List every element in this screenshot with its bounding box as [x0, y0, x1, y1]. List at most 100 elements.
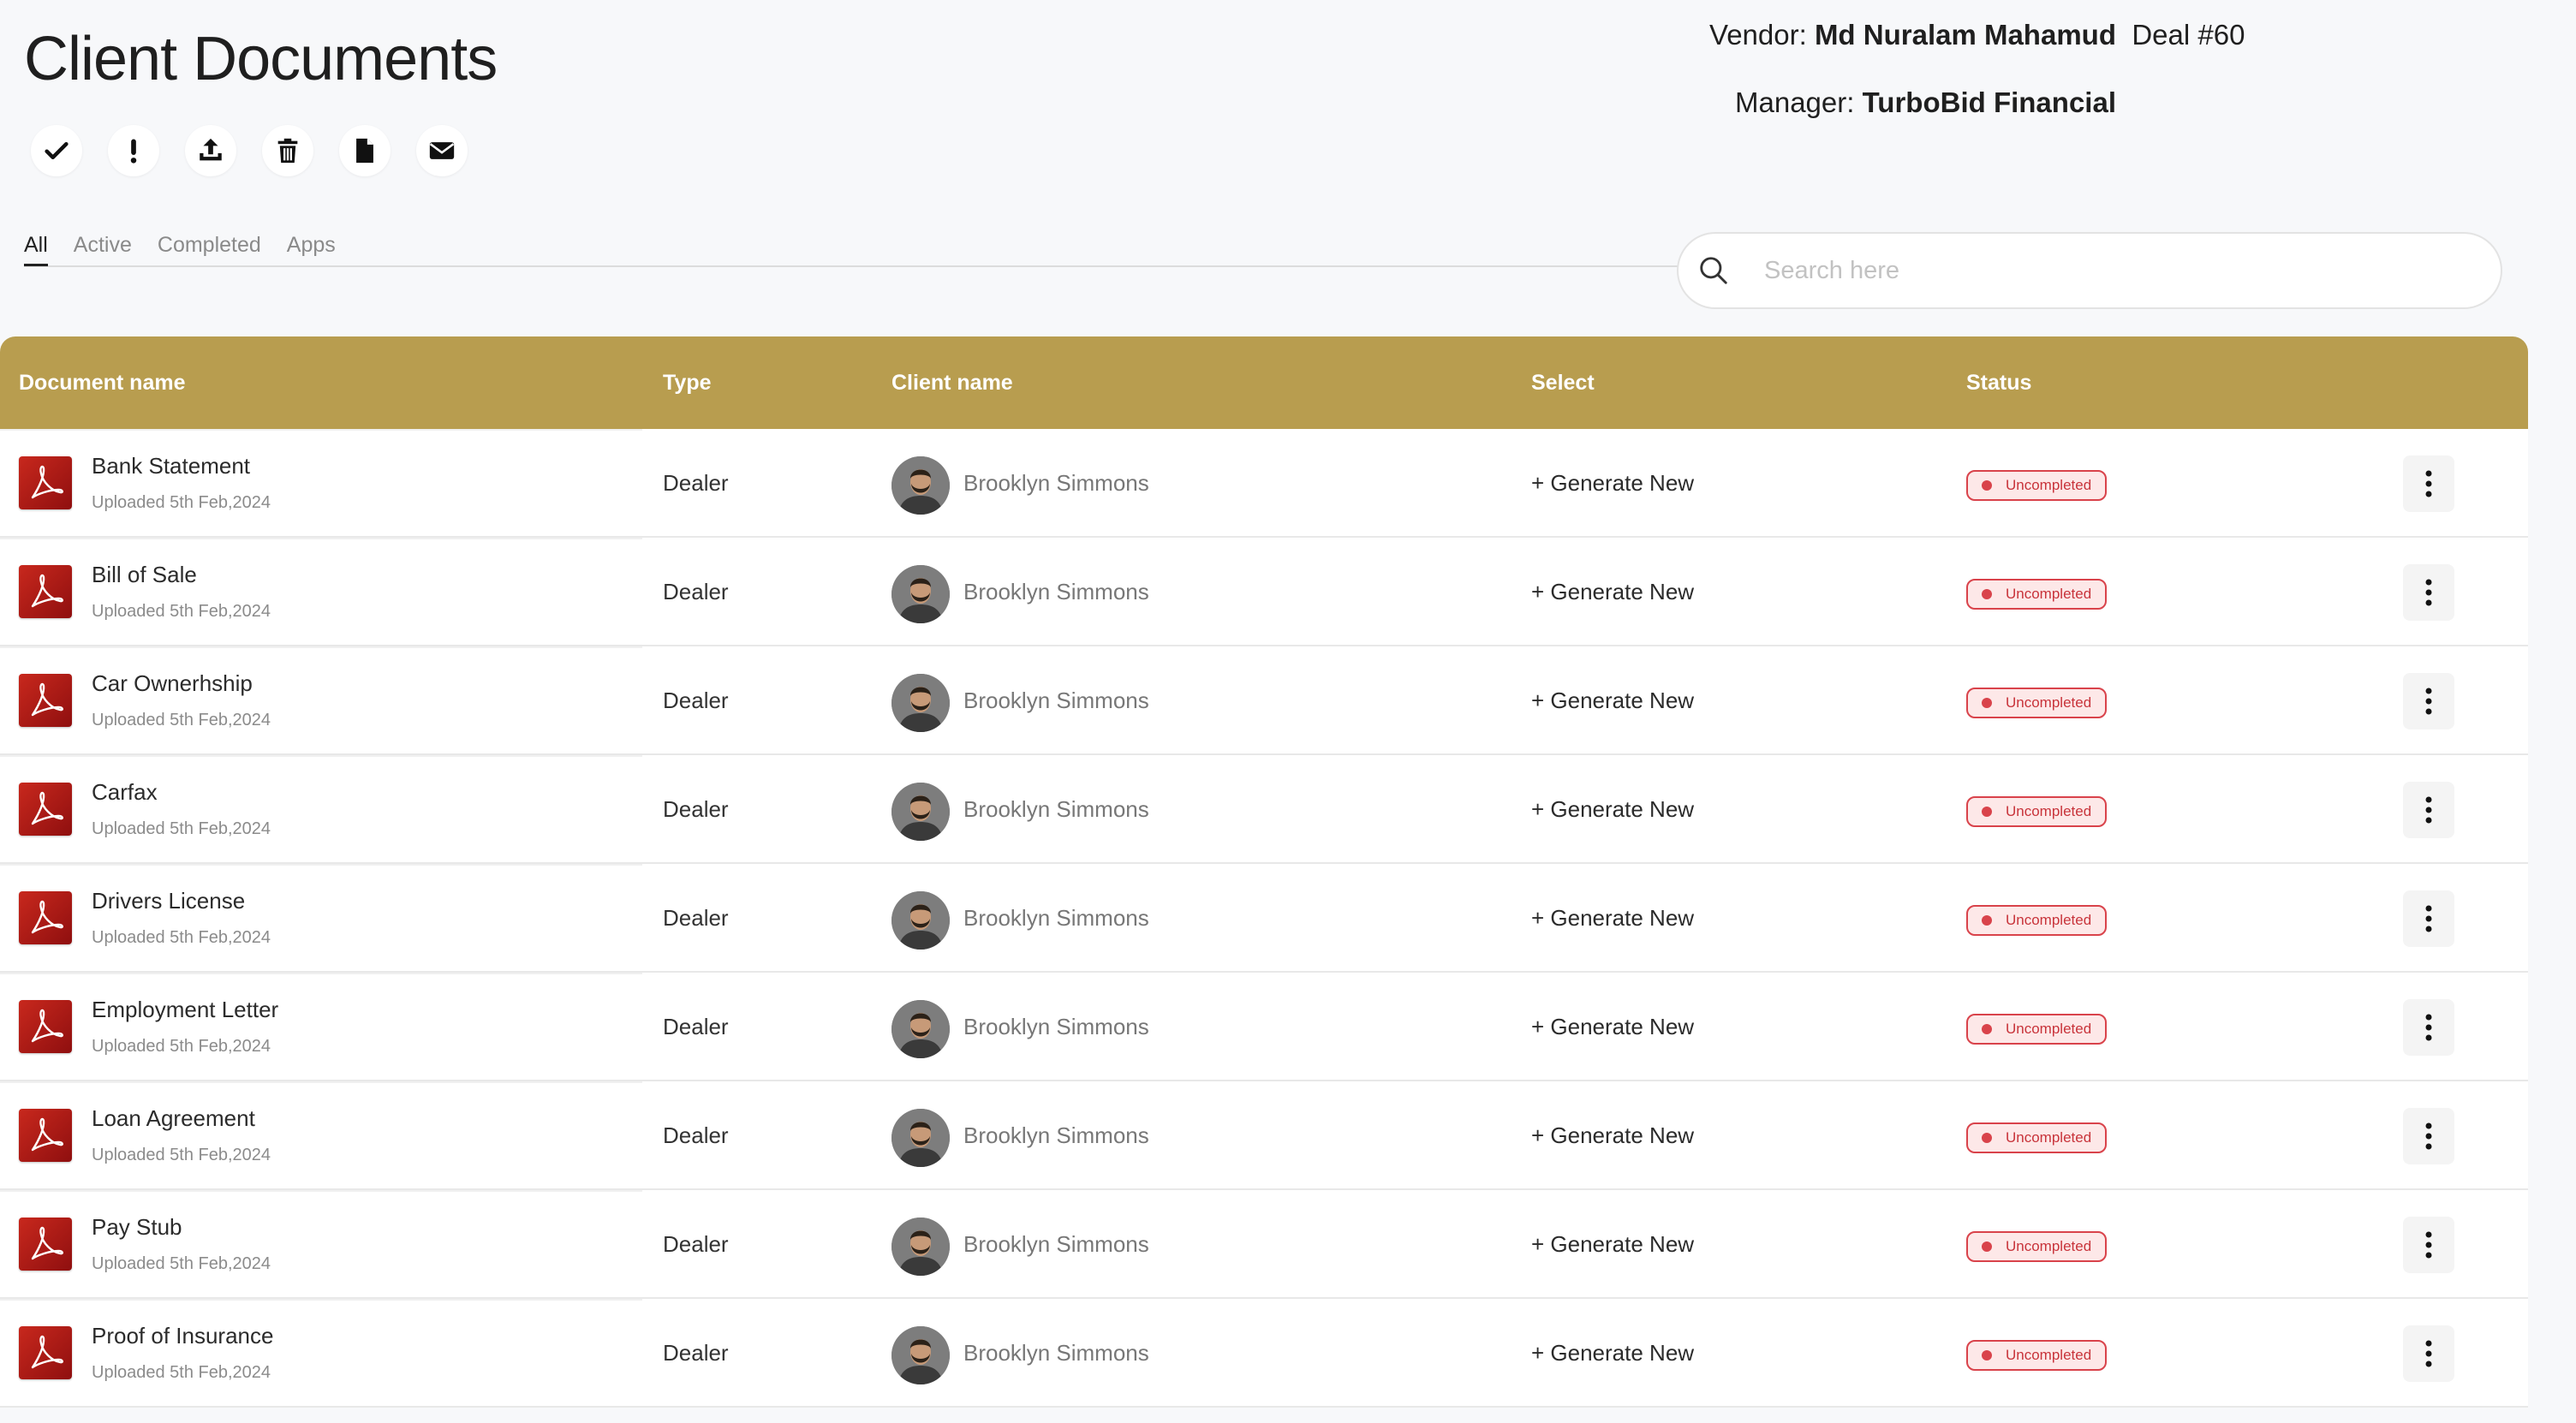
client-name: Brooklyn Simmons [963, 688, 1149, 713]
status-dot-icon [1982, 1024, 1992, 1034]
row-menu-button[interactable] [2403, 1108, 2454, 1164]
delete-button[interactable] [262, 125, 313, 176]
row-menu-button[interactable] [2403, 1325, 2454, 1382]
generate-new-button[interactable]: + Generate New [1531, 973, 1694, 1081]
tab-completed[interactable]: Completed [158, 219, 261, 265]
row-menu-button[interactable] [2403, 890, 2454, 947]
tab-apps[interactable]: Apps [287, 219, 336, 265]
flag-issue-button[interactable] [108, 125, 159, 176]
row-menu-button[interactable] [2403, 564, 2454, 621]
table-row: Car Ownerhship Uploaded 5th Feb,2024 Dea… [0, 646, 2528, 755]
document-name[interactable]: Bank Statement [92, 453, 250, 479]
documents-table: Document name Type Client name Select St… [0, 336, 2528, 1408]
table-row: Pay Stub Uploaded 5th Feb,2024 Dealer Br… [0, 1190, 2528, 1299]
mark-complete-button[interactable] [31, 125, 82, 176]
document-name[interactable]: Pay Stub [92, 1214, 182, 1241]
table-row: Bill of Sale Uploaded 5th Feb,2024 Deale… [0, 538, 2528, 646]
upload-date: Uploaded 5th Feb,2024 [92, 928, 271, 947]
more-vertical-icon [2425, 579, 2432, 606]
row-menu-button[interactable] [2403, 782, 2454, 838]
generate-new-button[interactable]: + Generate New [1531, 1190, 1694, 1299]
client-name: Brooklyn Simmons [963, 905, 1149, 931]
pdf-icon [19, 783, 72, 836]
upload-date: Uploaded 5th Feb,2024 [92, 1146, 271, 1164]
pdf-icon [19, 1218, 72, 1271]
document-name[interactable]: Drivers License [92, 888, 245, 914]
column-header-select: Select [1531, 370, 1595, 395]
document-type: Dealer [663, 796, 729, 822]
avatar [891, 1000, 950, 1058]
more-vertical-icon [2425, 1340, 2432, 1367]
document-name[interactable]: Employment Letter [92, 997, 278, 1023]
status-badge: Uncompleted [1966, 905, 2108, 936]
client-name: Brooklyn Simmons [963, 1122, 1149, 1148]
generate-new-button[interactable]: + Generate New [1531, 429, 1694, 538]
column-header-document-name: Document name [19, 370, 186, 395]
upload-date: Uploaded 5th Feb,2024 [92, 1363, 271, 1382]
document-name[interactable]: Bill of Sale [92, 562, 197, 588]
more-vertical-icon [2425, 1014, 2432, 1041]
vendor-info: Vendor: Md Nuralam Mahamud Deal #60 [1709, 19, 2245, 51]
file-icon [356, 138, 373, 164]
document-name[interactable]: Carfax [92, 779, 158, 806]
table-row: Drivers License Uploaded 5th Feb,2024 De… [0, 864, 2528, 973]
status-dot-icon [1982, 589, 1992, 599]
generate-new-button[interactable]: + Generate New [1531, 864, 1694, 973]
exclamation-icon [130, 139, 137, 164]
row-menu-button[interactable] [2403, 455, 2454, 512]
check-icon [45, 141, 69, 160]
document-type: Dealer [663, 1122, 729, 1148]
generate-new-button[interactable]: + Generate New [1531, 538, 1694, 646]
avatar [891, 674, 950, 732]
manager-label: Manager: [1735, 86, 1855, 118]
document-name[interactable]: Proof of Insurance [92, 1323, 273, 1349]
pdf-icon [19, 674, 72, 727]
generate-new-button[interactable]: + Generate New [1531, 646, 1694, 755]
search-box [1677, 232, 2502, 309]
search-input[interactable] [1764, 256, 2466, 285]
row-menu-button[interactable] [2403, 999, 2454, 1056]
client-name: Brooklyn Simmons [963, 579, 1149, 604]
manager-name: TurboBid Financial [1862, 86, 2116, 118]
generate-new-button[interactable]: + Generate New [1531, 1299, 1694, 1408]
status-dot-icon [1982, 1350, 1992, 1360]
avatar [891, 891, 950, 950]
avatar [891, 1218, 950, 1276]
upload-button[interactable] [185, 125, 236, 176]
status-badge: Uncompleted [1966, 1014, 2108, 1045]
generate-new-button[interactable]: + Generate New [1531, 755, 1694, 864]
pdf-icon [19, 1109, 72, 1162]
more-vertical-icon [2425, 688, 2432, 715]
row-menu-button[interactable] [2403, 1217, 2454, 1273]
avatar [891, 456, 950, 515]
status-label: Uncompleted [2006, 586, 2092, 602]
pdf-icon [19, 891, 72, 944]
row-menu-button[interactable] [2403, 673, 2454, 729]
document-type: Dealer [663, 1014, 729, 1039]
status-badge: Uncompleted [1966, 796, 2108, 827]
document-name[interactable]: Car Ownerhship [92, 670, 253, 697]
email-button[interactable] [416, 125, 468, 176]
document-type: Dealer [663, 1340, 729, 1366]
table-row: Bank Statement Uploaded 5th Feb,2024 Dea… [0, 429, 2528, 538]
document-name[interactable]: Loan Agreement [92, 1105, 255, 1132]
client-documents-page: Client Documents Vendor: Md Nuralam Maha… [0, 0, 2576, 1423]
generate-new-button[interactable]: + Generate New [1531, 1081, 1694, 1190]
status-badge: Uncompleted [1966, 688, 2108, 718]
status-badge: Uncompleted [1966, 1340, 2108, 1371]
trash-icon [277, 138, 298, 164]
status-label: Uncompleted [2006, 1238, 2092, 1254]
status-dot-icon [1982, 807, 1992, 817]
deal-number: Deal #60 [2132, 19, 2245, 51]
status-label: Uncompleted [2006, 803, 2092, 819]
table-row: Proof of Insurance Uploaded 5th Feb,2024… [0, 1299, 2528, 1408]
status-dot-icon [1982, 480, 1992, 491]
avatar [891, 1326, 950, 1384]
pdf-icon [19, 1000, 72, 1053]
vendor-label: Vendor: [1709, 19, 1807, 51]
tab-all[interactable]: All [24, 219, 48, 266]
envelope-icon [429, 142, 455, 159]
tab-active[interactable]: Active [74, 219, 132, 265]
document-button[interactable] [339, 125, 391, 176]
vendor-name: Md Nuralam Mahamud [1814, 19, 2116, 51]
